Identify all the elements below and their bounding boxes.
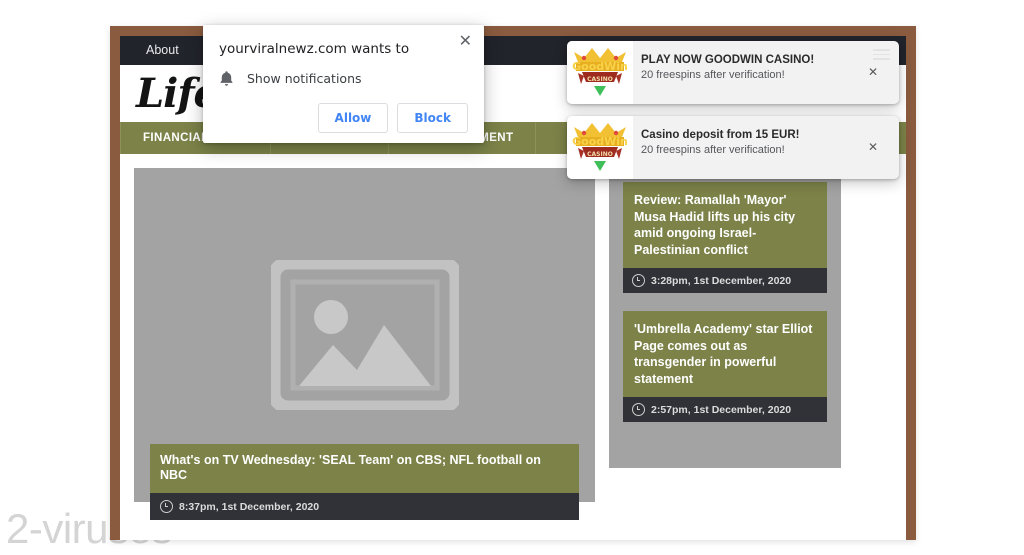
toast-subtitle: 20 freespins after verification!: [641, 69, 785, 81]
sidebar-article-list: Review: Ramallah 'Mayor' Musa Hadid lift…: [609, 168, 841, 468]
broken-image-icon: [270, 260, 459, 410]
svg-text:GoodWin: GoodWin: [572, 135, 628, 148]
svg-text:CASINO: CASINO: [587, 151, 613, 158]
clock-icon: [632, 274, 645, 287]
sidebar-article-title[interactable]: Review: Ramallah 'Mayor' Musa Hadid lift…: [623, 182, 827, 268]
toast-subtitle: 20 freespins after verification!: [641, 144, 785, 156]
toast-thumbnail: GoodWin CASINO: [567, 116, 633, 179]
permission-label: Show notifications: [247, 71, 362, 86]
clock-icon: [632, 403, 645, 416]
permission-actions: Allow Block: [219, 103, 468, 133]
list-item[interactable]: 'Umbrella Academy' star Elliot Page come…: [623, 311, 827, 422]
bell-icon: [220, 71, 233, 86]
permission-origin-text: yourviralnewz.com wants to: [219, 41, 410, 57]
close-icon[interactable]: ✕: [868, 66, 878, 78]
block-button[interactable]: Block: [397, 103, 468, 133]
push-notification-toast[interactable]: GoodWin CASINO Casino deposit from 15 EU…: [567, 116, 899, 179]
svg-text:GoodWin: GoodWin: [572, 60, 628, 73]
notification-permission-dialog: ✕ yourviralnewz.com wants to Show notifi…: [203, 25, 484, 143]
content-area: What's on TV Wednesday: 'SEAL Team' on C…: [120, 154, 906, 540]
close-icon[interactable]: ✕: [868, 141, 878, 153]
permission-request-row: Show notifications: [219, 70, 468, 87]
toast-thumbnail: GoodWin CASINO: [567, 41, 633, 104]
sidebar-article-title[interactable]: 'Umbrella Academy' star Elliot Page come…: [623, 311, 827, 397]
push-notification-toast[interactable]: GoodWin CASINO PLAY NOW GOODWIN CASINO! …: [567, 41, 899, 104]
sidebar-article-meta: 3:28pm, 1st December, 2020: [623, 268, 827, 293]
hamburger-menu-icon[interactable]: [873, 49, 890, 63]
toast-controls: ✕: [857, 41, 899, 104]
featured-article-timestamp: 8:37pm, 1st December, 2020: [179, 500, 320, 513]
toast-body: PLAY NOW GOODWIN CASINO! 20 freespins af…: [633, 41, 857, 104]
sidebar-article-meta: 2:57pm, 1st December, 2020: [623, 397, 827, 422]
goodwin-casino-logo-icon: GoodWin CASINO: [572, 122, 628, 171]
allow-button[interactable]: Allow: [317, 103, 389, 133]
featured-article-title[interactable]: What's on TV Wednesday: 'SEAL Team' on C…: [150, 443, 579, 493]
featured-article-meta: 8:37pm, 1st December, 2020: [150, 493, 579, 520]
toast-body: Casino deposit from 15 EUR! 20 freespins…: [633, 116, 857, 179]
featured-article[interactable]: What's on TV Wednesday: 'SEAL Team' on C…: [134, 168, 595, 520]
list-item[interactable]: Review: Ramallah 'Mayor' Musa Hadid lift…: [623, 182, 827, 293]
close-icon[interactable]: ✕: [455, 29, 476, 53]
svg-text:CASINO: CASINO: [587, 76, 613, 83]
sidebar-article-timestamp: 3:28pm, 1st December, 2020: [651, 274, 792, 287]
toast-title: PLAY NOW GOODWIN CASINO!: [641, 54, 815, 66]
featured-caption: What's on TV Wednesday: 'SEAL Team' on C…: [150, 443, 579, 520]
goodwin-casino-logo-icon: GoodWin CASINO: [572, 47, 628, 96]
toast-controls: ✕: [857, 116, 899, 179]
topbar-item-about[interactable]: About: [132, 36, 193, 65]
clock-icon: [160, 500, 173, 513]
sidebar-article-timestamp: 2:57pm, 1st December, 2020: [651, 403, 792, 416]
toast-title: Casino deposit from 15 EUR!: [641, 129, 800, 141]
